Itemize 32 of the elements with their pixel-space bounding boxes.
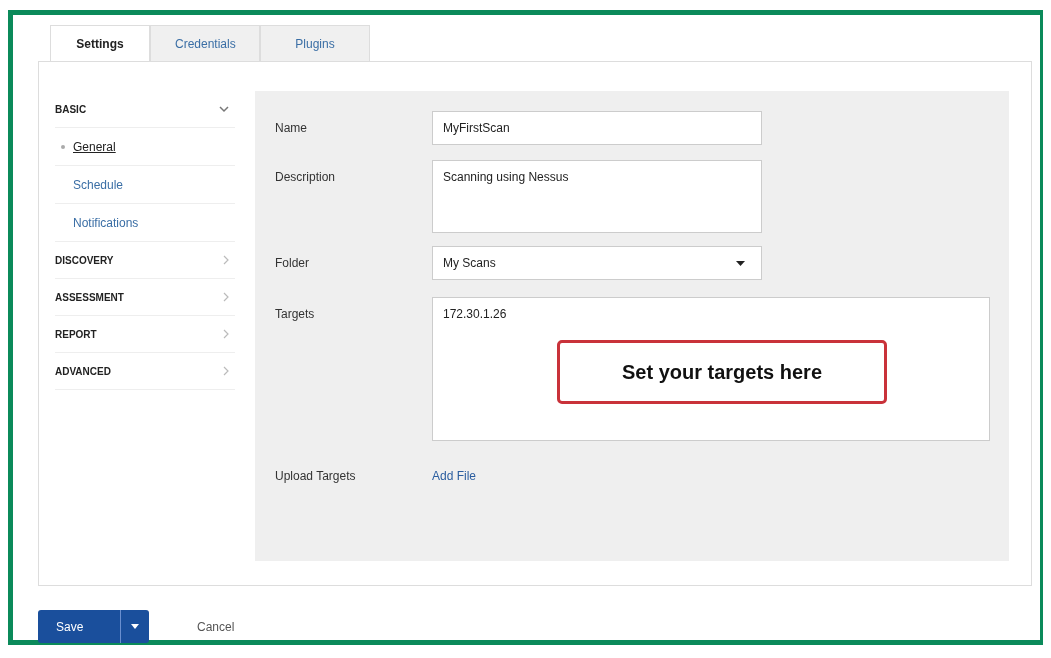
field-label: Targets [275, 306, 316, 321]
tab[interactable]: Settings [50, 25, 150, 61]
save-button[interactable]: Save [38, 610, 120, 643]
tab[interactable]: Plugins [260, 25, 370, 61]
sidebar-section[interactable]: REPORT [55, 316, 235, 353]
sidebar-item[interactable]: General [73, 139, 116, 154]
sidebar-section[interactable]: DISCOVERY [55, 242, 235, 279]
save-options-button[interactable] [120, 610, 149, 643]
bullet-icon [61, 144, 65, 149]
chevron-right-icon [223, 366, 229, 376]
callout-label: Set your targets here [557, 340, 887, 404]
caret-icon [131, 624, 139, 629]
chevron-down-icon [219, 105, 229, 113]
add-file-link[interactable]: Add File [432, 469, 477, 483]
chevron-right-icon [223, 255, 229, 265]
description-field[interactable]: Scanning using Nessus [432, 160, 762, 233]
tab[interactable]: Credentials [150, 25, 260, 61]
sidebar-section[interactable]: ASSESSMENT [55, 279, 235, 316]
sidebar-section[interactable]: BASIC [55, 91, 235, 128]
field-label: Description [275, 169, 337, 184]
sidebar-section[interactable]: ADVANCED [55, 353, 235, 390]
cancel-button[interactable]: Cancel [197, 619, 235, 634]
field-label: Name [275, 120, 308, 135]
chevron-right-icon [223, 292, 229, 302]
folder-dropdown[interactable]: My Scans [432, 246, 762, 280]
name-field[interactable]: MyFirstScan [432, 111, 762, 145]
sidebar-item[interactable]: Schedule [73, 177, 124, 192]
field-label: Upload Targets [275, 469, 357, 483]
caret-icon [736, 260, 745, 266]
chevron-right-icon [223, 329, 229, 339]
field-label: Folder [275, 255, 310, 270]
sidebar-item[interactable]: Notifications [73, 215, 139, 230]
